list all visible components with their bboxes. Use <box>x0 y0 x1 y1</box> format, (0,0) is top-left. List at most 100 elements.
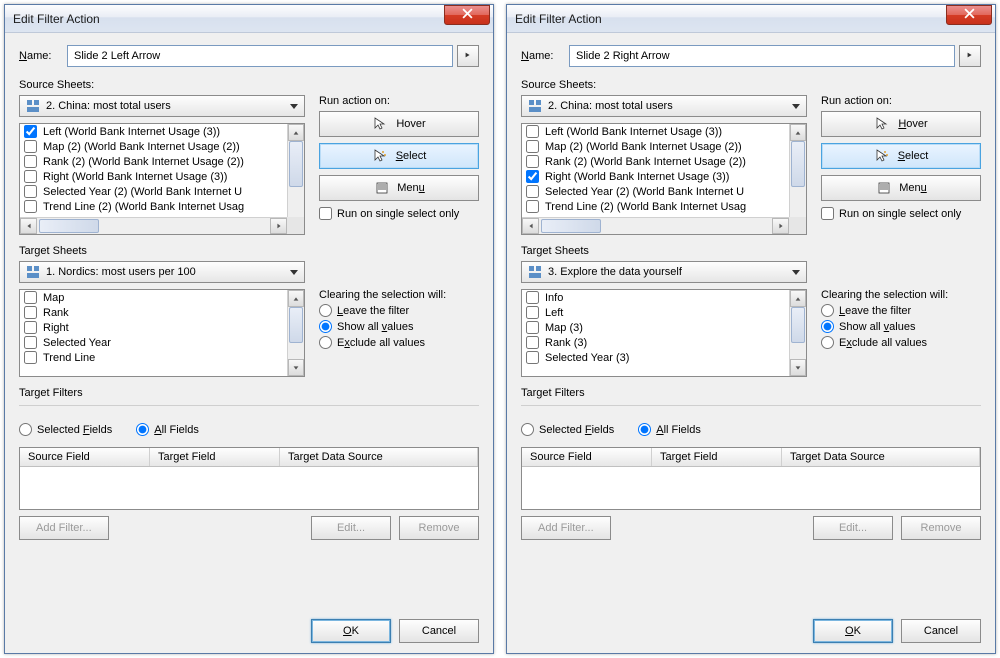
list-item[interactable]: Right (World Bank Internet Usage (3)) <box>522 169 789 184</box>
scroll-down-button[interactable] <box>790 359 806 376</box>
list-item[interactable]: Map <box>20 290 287 305</box>
close-button[interactable] <box>444 5 490 25</box>
sheet-checkbox[interactable] <box>526 185 539 198</box>
target-dashboard-dropdown[interactable]: 3. Explore the data yourself <box>521 261 807 283</box>
sheet-checkbox[interactable] <box>24 291 37 304</box>
scrollbar-vertical[interactable] <box>789 290 806 376</box>
sheet-checkbox[interactable] <box>24 200 37 213</box>
list-item[interactable]: Map (2) (World Bank Internet Usage (2)) <box>20 139 287 154</box>
list-item[interactable]: Map (3) <box>522 320 789 335</box>
scrollbar-horizontal[interactable] <box>20 217 287 234</box>
ok-button[interactable]: OK <box>813 619 893 643</box>
sheet-checkbox[interactable] <box>24 336 37 349</box>
sheet-checkbox[interactable] <box>526 155 539 168</box>
col-source-field[interactable]: Source Field <box>522 448 652 466</box>
show-all-values-radio[interactable] <box>319 320 332 333</box>
list-item[interactable]: Selected Year <box>20 335 287 350</box>
list-item[interactable]: Left (World Bank Internet Usage (3)) <box>522 124 789 139</box>
source-dashboard-dropdown[interactable]: 2. China: most total users <box>19 95 305 117</box>
hover-button[interactable]: Hover <box>319 111 479 137</box>
list-item[interactable]: Selected Year (3) <box>522 350 789 365</box>
list-item[interactable]: Trend Line (2) (World Bank Internet Usag <box>20 199 287 214</box>
close-button[interactable] <box>946 5 992 25</box>
show-all-values-radio[interactable] <box>821 320 834 333</box>
leave-filter-radio[interactable] <box>821 304 834 317</box>
edit-filter-button[interactable]: Edit... <box>813 516 893 540</box>
target-sheets-listbox[interactable]: MapRankRightSelected YearTrend Line <box>19 289 305 377</box>
list-item[interactable]: Rank (2) (World Bank Internet Usage (2)) <box>20 154 287 169</box>
target-filters-table[interactable]: Source Field Target Field Target Data So… <box>19 447 479 510</box>
sheet-checkbox[interactable] <box>526 170 539 183</box>
all-fields-radio[interactable] <box>638 423 651 436</box>
sheet-checkbox[interactable] <box>526 336 539 349</box>
source-sheets-listbox[interactable]: Left (World Bank Internet Usage (3))Map … <box>521 123 807 235</box>
sheet-checkbox[interactable] <box>24 125 37 138</box>
list-item[interactable]: Rank (2) (World Bank Internet Usage (2)) <box>522 154 789 169</box>
list-item[interactable]: Rank (3) <box>522 335 789 350</box>
add-filter-button[interactable]: Add Filter... <box>521 516 611 540</box>
list-item[interactable]: Left (World Bank Internet Usage (3)) <box>20 124 287 139</box>
ok-button[interactable]: OK <box>311 619 391 643</box>
list-item[interactable]: Selected Year (2) (World Bank Internet U <box>20 184 287 199</box>
source-dashboard-dropdown[interactable]: 2. China: most total users <box>521 95 807 117</box>
scroll-up-button[interactable] <box>790 290 806 307</box>
menu-button[interactable]: Menu <box>319 175 479 201</box>
source-sheets-listbox[interactable]: Left (World Bank Internet Usage (3))Map … <box>19 123 305 235</box>
scroll-up-button[interactable] <box>288 290 304 307</box>
sheet-checkbox[interactable] <box>526 321 539 334</box>
remove-filter-button[interactable]: Remove <box>901 516 981 540</box>
list-item[interactable]: Trend Line <box>20 350 287 365</box>
titlebar[interactable]: Edit Filter Action <box>507 5 995 33</box>
scroll-up-button[interactable] <box>288 124 304 141</box>
list-item[interactable]: Info <box>522 290 789 305</box>
col-target-field[interactable]: Target Field <box>652 448 782 466</box>
sheet-checkbox[interactable] <box>24 306 37 319</box>
run-single-select-checkbox[interactable] <box>319 207 332 220</box>
remove-filter-button[interactable]: Remove <box>399 516 479 540</box>
select-button[interactable]: Select <box>319 143 479 169</box>
name-menu-button[interactable] <box>959 45 981 67</box>
list-item[interactable]: Rank <box>20 305 287 320</box>
list-item[interactable]: Map (2) (World Bank Internet Usage (2)) <box>522 139 789 154</box>
scroll-left-button[interactable] <box>20 218 37 234</box>
sheet-checkbox[interactable] <box>526 200 539 213</box>
sheet-checkbox[interactable] <box>24 140 37 153</box>
col-target-datasource[interactable]: Target Data Source <box>782 448 980 466</box>
sheet-checkbox[interactable] <box>24 155 37 168</box>
leave-filter-radio[interactable] <box>319 304 332 317</box>
sheet-checkbox[interactable] <box>526 306 539 319</box>
col-target-datasource[interactable]: Target Data Source <box>280 448 478 466</box>
name-input[interactable] <box>67 45 453 67</box>
edit-filter-button[interactable]: Edit... <box>311 516 391 540</box>
selected-fields-radio[interactable] <box>521 423 534 436</box>
run-single-select-checkbox[interactable] <box>821 207 834 220</box>
col-source-field[interactable]: Source Field <box>20 448 150 466</box>
exclude-all-values-radio[interactable] <box>319 336 332 349</box>
list-item[interactable]: Left <box>522 305 789 320</box>
sheet-checkbox[interactable] <box>526 140 539 153</box>
sheet-checkbox[interactable] <box>526 351 539 364</box>
scroll-right-button[interactable] <box>270 218 287 234</box>
sheet-checkbox[interactable] <box>24 185 37 198</box>
list-item[interactable]: Right <box>20 320 287 335</box>
name-menu-button[interactable] <box>457 45 479 67</box>
all-fields-radio[interactable] <box>136 423 149 436</box>
selected-fields-radio[interactable] <box>19 423 32 436</box>
scroll-left-button[interactable] <box>522 218 539 234</box>
add-filter-button[interactable]: Add Filter... <box>19 516 109 540</box>
target-dashboard-dropdown[interactable]: 1. Nordics: most users per 100 <box>19 261 305 283</box>
scroll-right-button[interactable] <box>772 218 789 234</box>
sheet-checkbox[interactable] <box>526 291 539 304</box>
col-target-field[interactable]: Target Field <box>150 448 280 466</box>
list-item[interactable]: Trend Line (2) (World Bank Internet Usag <box>522 199 789 214</box>
cancel-button[interactable]: Cancel <box>901 619 981 643</box>
hover-button[interactable]: Hover <box>821 111 981 137</box>
sheet-checkbox[interactable] <box>24 170 37 183</box>
scroll-up-button[interactable] <box>790 124 806 141</box>
sheet-checkbox[interactable] <box>24 351 37 364</box>
list-item[interactable]: Right (World Bank Internet Usage (3)) <box>20 169 287 184</box>
target-filters-table[interactable]: Source Field Target Field Target Data So… <box>521 447 981 510</box>
scroll-down-button[interactable] <box>288 359 304 376</box>
scrollbar-vertical[interactable] <box>287 290 304 376</box>
titlebar[interactable]: Edit Filter Action <box>5 5 493 33</box>
